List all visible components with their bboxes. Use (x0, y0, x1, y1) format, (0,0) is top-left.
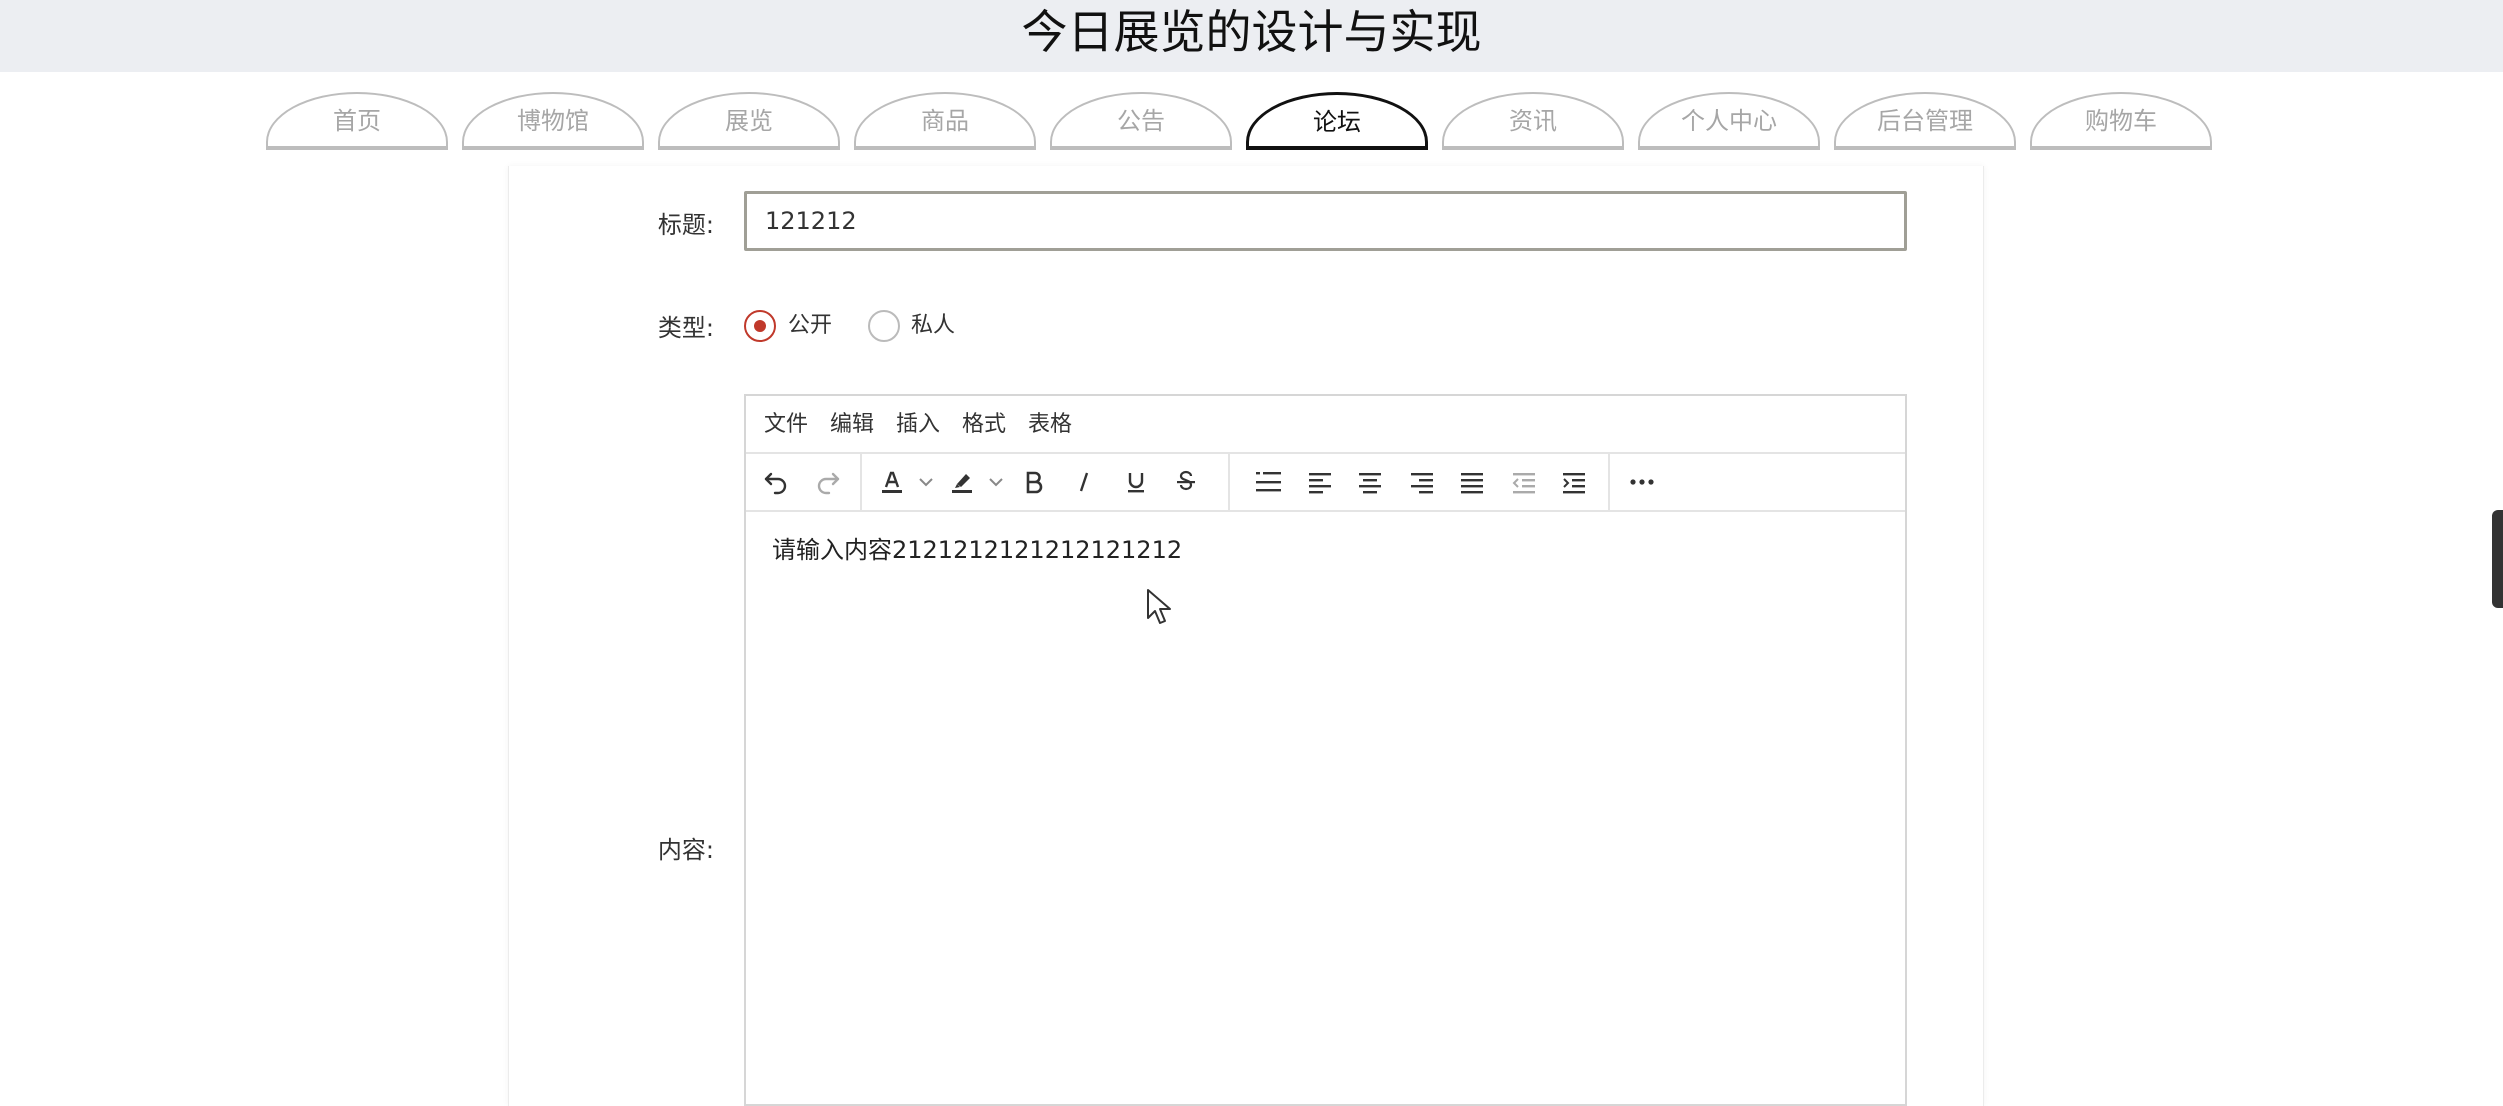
menu-insert[interactable]: 插入 (896, 396, 940, 454)
nav-tab-profile[interactable]: 个人中心 (1638, 92, 1820, 150)
more-icon[interactable] (1622, 462, 1662, 502)
menu-edit[interactable]: 编辑 (830, 396, 874, 454)
rich-text-editor: 文件 编辑 插入 格式 表格 请输入内容2121212121212121212 (744, 394, 1907, 1106)
align-right-icon[interactable] (1402, 462, 1442, 502)
redo-icon[interactable] (808, 462, 848, 502)
align-center-icon[interactable] (1350, 462, 1390, 502)
nav-tab-museum[interactable]: 博物馆 (462, 92, 644, 150)
nav-tab-notice[interactable]: 公告 (1050, 92, 1232, 150)
editor-toolbar (746, 454, 1905, 512)
menu-format[interactable]: 格式 (962, 396, 1006, 454)
nav-tab-admin[interactable]: 后台管理 (1834, 92, 2016, 150)
text-color-dropdown-icon[interactable] (916, 470, 936, 494)
toolbar-separator (1228, 454, 1230, 512)
align-left-icon[interactable] (1300, 462, 1340, 502)
text-color-icon[interactable] (872, 462, 912, 502)
highlight-color-dropdown-icon[interactable] (986, 470, 1006, 494)
undo-icon[interactable] (756, 462, 796, 502)
toolbar-separator (860, 454, 862, 512)
toolbar-separator (1608, 454, 1610, 512)
indent-icon[interactable] (1554, 462, 1594, 502)
line-height-icon[interactable] (1248, 462, 1288, 502)
main-nav: 首页 博物馆 展览 商品 公告 论坛 资讯 个人中心 后台管理 购物车 (266, 92, 2226, 152)
nav-tab-cart[interactable]: 购物车 (2030, 92, 2212, 150)
title-input[interactable] (744, 191, 1907, 251)
outdent-icon[interactable] (1504, 462, 1544, 502)
side-scroll-handle[interactable] (2492, 510, 2503, 608)
bold-icon[interactable] (1014, 462, 1054, 502)
strikethrough-icon[interactable] (1166, 462, 1206, 502)
nav-tab-home[interactable]: 首页 (266, 92, 448, 150)
menu-table[interactable]: 表格 (1028, 396, 1072, 454)
italic-icon[interactable] (1064, 462, 1104, 502)
site-title: 今日展览的设计与实现 (1021, 5, 1482, 59)
nav-tab-goods[interactable]: 商品 (854, 92, 1036, 150)
editor-menubar: 文件 编辑 插入 格式 表格 (746, 396, 1905, 454)
radio-public-label[interactable]: 公开 (788, 310, 832, 342)
highlight-color-icon[interactable] (942, 462, 982, 502)
content-label: 内容: (657, 836, 714, 864)
site-header: 今日展览的设计与实现 (0, 0, 2503, 72)
editor-content-area[interactable]: 请输入内容2121212121212121212 (746, 512, 1905, 1106)
title-label: 标题: (657, 211, 714, 239)
nav-tab-news[interactable]: 资讯 (1442, 92, 1624, 150)
radio-public[interactable] (744, 310, 776, 342)
type-label: 类型: (657, 314, 714, 342)
radio-private[interactable] (868, 310, 900, 342)
mouse-pointer-icon (1147, 589, 1171, 624)
menu-file[interactable]: 文件 (764, 396, 808, 454)
radio-private-label[interactable]: 私人 (911, 310, 955, 342)
underline-icon[interactable] (1116, 462, 1156, 502)
align-justify-icon[interactable] (1452, 462, 1492, 502)
nav-tab-exhibition[interactable]: 展览 (658, 92, 840, 150)
nav-tab-forum[interactable]: 论坛 (1246, 92, 1428, 150)
